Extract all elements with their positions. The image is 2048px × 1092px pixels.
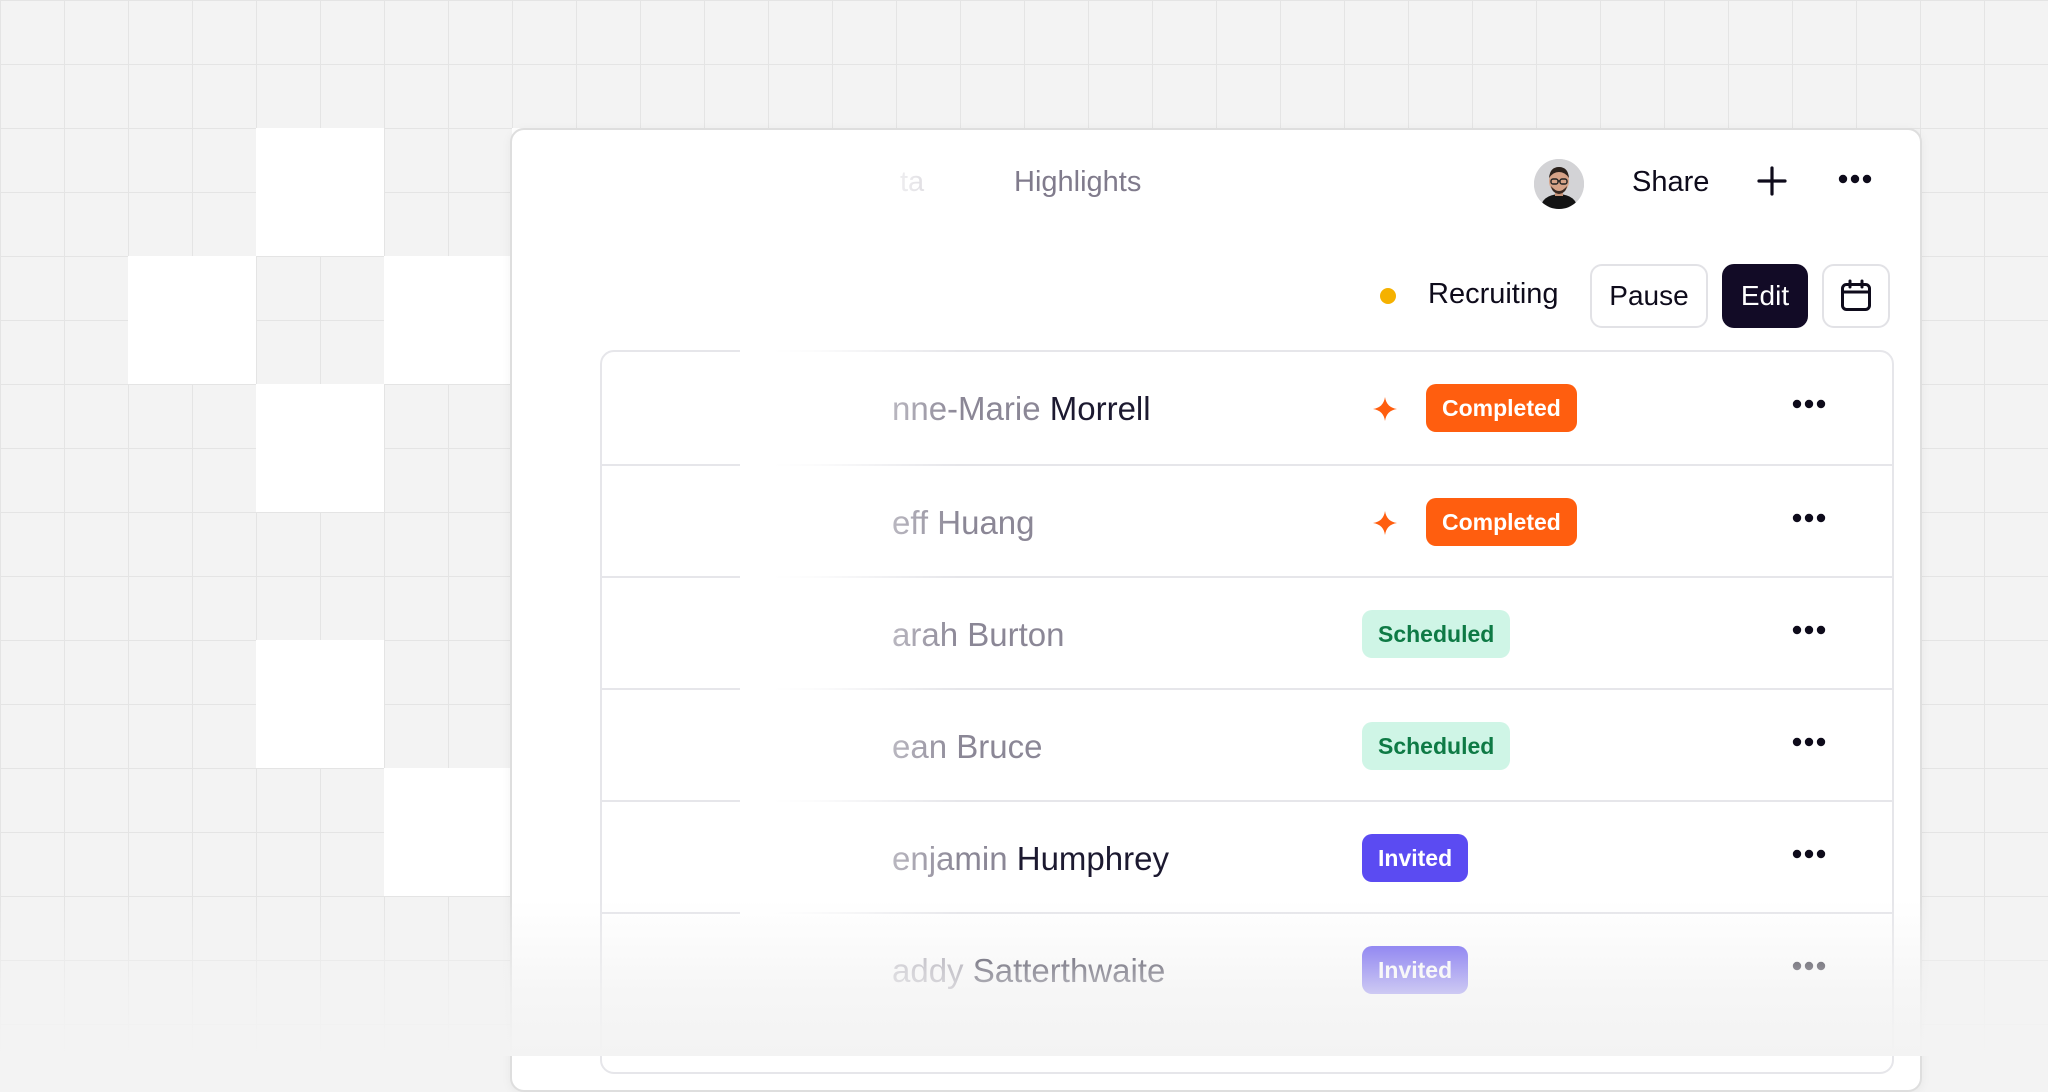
pause-button[interactable]: Pause	[1590, 264, 1708, 328]
bottom-fade-overlay	[0, 900, 2048, 1056]
decorative-cell	[384, 256, 512, 384]
decorative-cell	[256, 640, 384, 768]
plus-icon[interactable]	[1756, 165, 1788, 202]
sparkle-icon	[1373, 511, 1397, 535]
avatar[interactable]	[1534, 159, 1584, 209]
row-more-icon[interactable]	[1792, 398, 1826, 410]
sparkle-icon	[1373, 397, 1397, 421]
status-badge: Completed	[1426, 384, 1577, 432]
row-more-icon[interactable]	[1792, 624, 1826, 636]
status-badge: Scheduled	[1362, 722, 1511, 770]
status-badge: Invited	[1362, 834, 1469, 882]
tab-highlights[interactable]: Highlights	[1014, 166, 1141, 199]
calendar-icon	[1841, 279, 1871, 311]
decorative-cell	[128, 256, 256, 384]
participant-name-end: Humphrey	[1007, 840, 1169, 877]
status-badge: Scheduled	[1362, 610, 1511, 658]
status-dot	[1380, 288, 1396, 304]
row-more-icon[interactable]	[1792, 736, 1826, 748]
row-more-icon[interactable]	[1792, 512, 1826, 524]
calendar-button[interactable]	[1822, 264, 1890, 328]
study-status: Recruiting	[1428, 278, 1559, 310]
edit-button[interactable]: Edit	[1722, 264, 1808, 328]
decorative-cell	[256, 128, 384, 256]
status-badge: Completed	[1426, 498, 1577, 546]
more-horizontal-icon[interactable]	[1838, 172, 1872, 190]
tab-fade-overlay	[840, 140, 980, 210]
user-avatar-image	[1534, 159, 1584, 209]
row-more-icon[interactable]	[1792, 848, 1826, 860]
participant-name-end: Morrell	[1040, 390, 1151, 427]
decorative-cell	[384, 768, 512, 896]
share-button[interactable]: Share	[1632, 166, 1709, 199]
decorative-cell	[256, 384, 384, 512]
